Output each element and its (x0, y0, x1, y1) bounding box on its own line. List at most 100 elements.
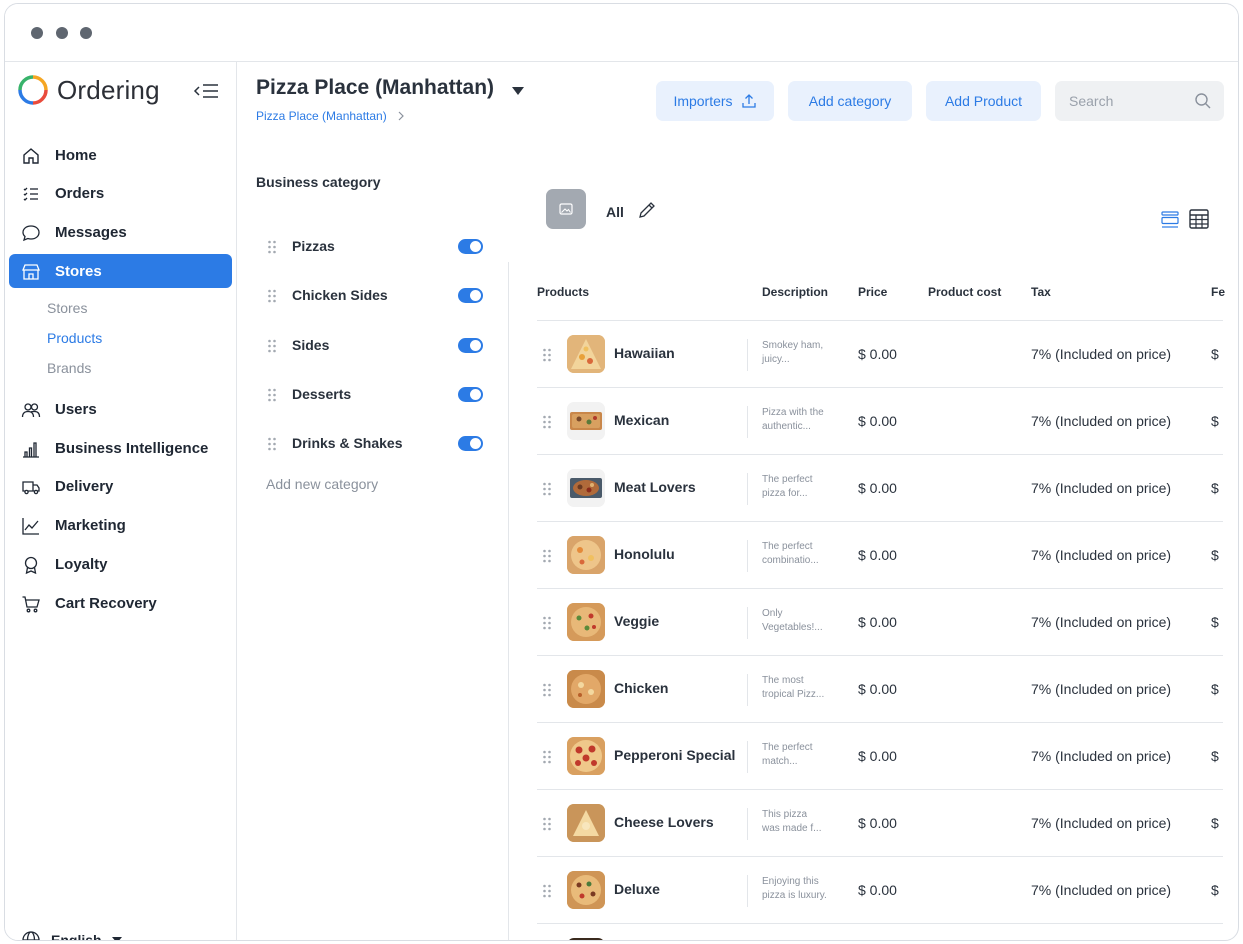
search-input[interactable] (1069, 91, 1189, 111)
cell-divider (747, 875, 748, 907)
drag-handle-icon[interactable] (542, 749, 552, 765)
add-category-button[interactable]: Add category (788, 81, 912, 121)
product-description-line: Pizza with the (762, 407, 824, 418)
table-row[interactable]: Mexican Pizza with the authentic... $ 0.0… (537, 387, 1223, 454)
users-icon (21, 403, 41, 418)
table-row[interactable]: Chicken The most tropical Pizz... $ 0.00 … (537, 655, 1223, 722)
product-description: Only Vegetables!... (762, 607, 838, 635)
drag-handle-icon[interactable] (267, 338, 277, 354)
product-name: Mexican (614, 412, 670, 428)
table-row[interactable]: Cheese Lovers This pizza was made f... $ … (537, 789, 1223, 856)
product-thumbnail (567, 938, 605, 940)
category-item[interactable]: Desserts (267, 383, 483, 407)
drag-handle-icon[interactable] (542, 414, 552, 430)
table-row[interactable]: Honolulu The perfect combinatio... $ 0.00… (537, 521, 1223, 588)
page-title[interactable]: Pizza Place (Manhattan) (256, 76, 494, 100)
add-product-button[interactable]: Add Product (926, 81, 1041, 121)
drag-handle-icon[interactable] (267, 288, 277, 304)
cell-divider (747, 540, 748, 572)
product-description: The perfect match... (762, 741, 838, 769)
product-thumbnail (567, 804, 605, 842)
sidebar-subitem-stores[interactable]: Stores (47, 300, 87, 316)
sidebar-item-business-intelligence[interactable]: Business Intelligence (9, 431, 232, 465)
sidebar-item-messages[interactable]: Messages (9, 215, 232, 249)
table-row[interactable]: Pepperoni Special The perfect match... $ … (537, 722, 1223, 789)
table-row[interactable]: Deluxe Enjoying this pizza is luxury. $ 0… (537, 856, 1223, 923)
sidebar-item-users[interactable]: Users (9, 392, 232, 426)
product-price: $ 0.00 (858, 413, 897, 429)
table-row[interactable]: Hawaiian Smokey ham, juicy... $ 0.00 7% (… (537, 320, 1223, 387)
product-description: The most tropical Pizz... (762, 674, 838, 702)
image-icon (559, 203, 573, 215)
category-item[interactable]: Drinks & Shakes (267, 432, 483, 456)
drag-handle-icon[interactable] (267, 387, 277, 403)
sidebar-item-stores[interactable]: Stores (9, 254, 232, 288)
product-thumbnail (567, 737, 605, 775)
table-row[interactable] (537, 923, 1223, 940)
drag-handle-icon[interactable] (542, 615, 552, 631)
home-icon (23, 148, 39, 164)
chevron-down-icon (111, 937, 122, 940)
app-logo[interactable]: Ordering (17, 74, 160, 106)
drag-handle-icon[interactable] (542, 883, 552, 899)
collapse-sidebar-icon[interactable] (193, 82, 219, 100)
product-name: Cheese Lovers (614, 814, 714, 830)
table-view-icon[interactable] (1189, 209, 1209, 229)
cell-divider (747, 674, 748, 706)
category-toggle[interactable] (458, 338, 483, 353)
sidebar-item-label: Delivery (55, 477, 114, 495)
drag-handle-icon[interactable] (267, 239, 277, 255)
product-description-line: Vegetables!... (762, 622, 823, 633)
category-item[interactable]: Sides (267, 334, 483, 358)
category-filter-label: All (606, 204, 624, 220)
product-thumbnail (567, 536, 605, 574)
product-thumbnail (567, 402, 605, 440)
category-toggle[interactable] (458, 239, 483, 254)
product-price: $ 0.00 (858, 748, 897, 764)
sidebar-item-cart-recovery[interactable]: Cart Recovery (9, 586, 232, 620)
importers-button[interactable]: Importers (656, 81, 774, 121)
breadcrumb-item[interactable]: Pizza Place (Manhattan) (256, 109, 387, 123)
category-image-placeholder[interactable] (546, 189, 586, 229)
table-row[interactable]: Veggie Only Vegetables!... $ 0.00 7% (Inc… (537, 588, 1223, 655)
search-icon[interactable] (1194, 92, 1212, 110)
list-view-icon[interactable] (1161, 211, 1179, 229)
window-dot (56, 27, 68, 39)
truck-icon (22, 481, 40, 495)
orders-list-icon (23, 187, 38, 201)
category-label: Desserts (292, 386, 352, 402)
table-row[interactable]: Meat Lovers The perfect pizza for... $ 0.… (537, 454, 1223, 521)
product-fee: $ (1211, 413, 1219, 429)
drag-handle-icon[interactable] (542, 682, 552, 698)
language-selector[interactable]: English (21, 930, 122, 940)
product-description-line: combinatio... (762, 555, 819, 566)
drag-handle-icon[interactable] (267, 436, 277, 452)
store-dropdown-caret-icon[interactable] (512, 87, 524, 95)
sidebar-item-label: Stores (55, 262, 102, 280)
drag-handle-icon[interactable] (542, 548, 552, 564)
product-description-line: This pizza (762, 809, 808, 820)
sidebar-item-marketing[interactable]: Marketing (9, 508, 232, 542)
category-item[interactable]: Pizzas (267, 235, 483, 259)
product-name: Deluxe (614, 881, 660, 897)
drag-handle-icon[interactable] (542, 816, 552, 832)
product-description-line: The perfect (762, 742, 813, 753)
sidebar-subitem-products[interactable]: Products (47, 330, 102, 346)
drag-handle-icon[interactable] (542, 347, 552, 363)
sidebar: Ordering Home Orders Messages Stores Sto… (5, 62, 237, 940)
product-price: $ 0.00 (858, 681, 897, 697)
category-item[interactable]: Chicken Sides (267, 284, 483, 308)
sidebar-item-orders[interactable]: Orders (9, 176, 232, 210)
sidebar-item-delivery[interactable]: Delivery (9, 469, 232, 503)
category-toggle[interactable] (458, 288, 483, 303)
edit-pencil-icon[interactable] (637, 200, 657, 220)
sidebar-item-home[interactable]: Home (9, 138, 232, 172)
category-toggle[interactable] (458, 436, 483, 451)
product-description: This pizza was made f... (762, 808, 838, 836)
sidebar-subitem-brands[interactable]: Brands (47, 360, 91, 376)
add-new-category-link[interactable]: Add new category (266, 476, 378, 492)
sidebar-item-loyalty[interactable]: Loyalty (9, 547, 232, 581)
drag-handle-icon[interactable] (542, 481, 552, 497)
product-fee: $ (1211, 815, 1219, 831)
category-toggle[interactable] (458, 387, 483, 402)
